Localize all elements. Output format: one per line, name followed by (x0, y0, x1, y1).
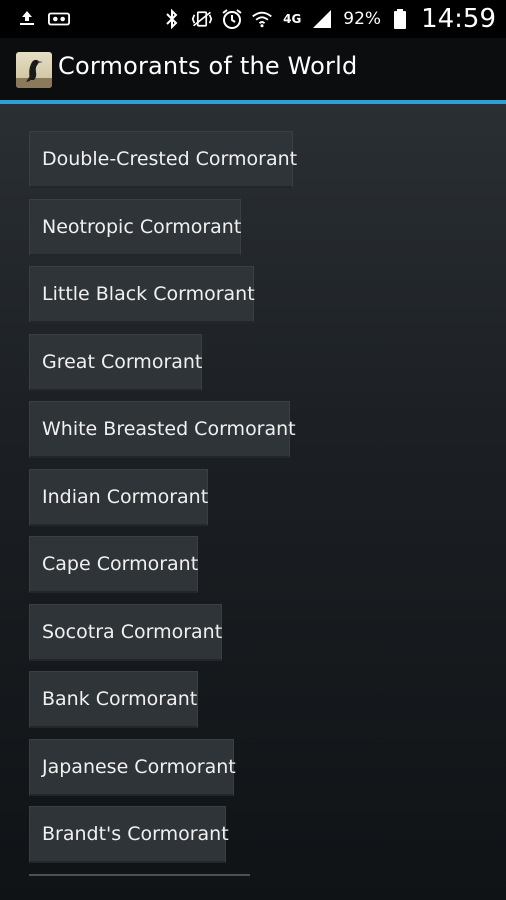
network-label: 4G (283, 12, 302, 26)
bluetooth-icon (161, 8, 183, 30)
species-button-white-breasted[interactable]: White Breasted Cormorant (29, 401, 296, 458)
notification-area (16, 8, 70, 30)
vibrate-icon (191, 8, 213, 30)
species-button-bank[interactable]: Bank Cormorant (29, 671, 198, 728)
clock: 14:59 (421, 4, 496, 34)
species-button-cape[interactable]: Cape Cormorant (29, 536, 198, 593)
network-icon: 4G (281, 8, 303, 30)
species-button-socotra[interactable]: Socotra Cormorant (29, 603, 222, 661)
signal-icon (311, 8, 333, 30)
cormorant-bird-icon[interactable] (16, 52, 52, 88)
species-button-little-black[interactable]: Little Black Cormorant (29, 266, 255, 323)
main-content: Double-Crested Cormorant Neotropic Cormo… (0, 104, 506, 900)
species-button-neotropic[interactable]: Neotropic Cormorant (29, 198, 241, 256)
species-list: Double-Crested Cormorant Neotropic Cormo… (29, 131, 506, 874)
upload-temp-icon (16, 8, 38, 30)
wifi-icon (251, 8, 273, 30)
list-bottom-edge (29, 874, 250, 876)
species-button-japanese[interactable]: Japanese Cormorant (29, 738, 236, 796)
system-icons: 4G 92% 14:59 (161, 4, 496, 34)
species-button-indian[interactable]: Indian Cormorant (29, 468, 208, 526)
species-button-double-crested[interactable]: Double-Crested Cormorant (29, 131, 297, 188)
voicemail-icon (48, 8, 70, 30)
species-button-great[interactable]: Great Cormorant (29, 333, 202, 391)
species-button-brandts[interactable]: Brandt's Cormorant (29, 806, 229, 863)
app-title: Cormorants of the World (58, 52, 358, 80)
battery-percent: 92% (343, 9, 382, 29)
battery-icon (389, 8, 411, 30)
alarm-icon (221, 8, 243, 30)
status-bar: 4G 92% 14:59 (0, 0, 506, 38)
action-bar: Cormorants of the World (0, 38, 506, 100)
